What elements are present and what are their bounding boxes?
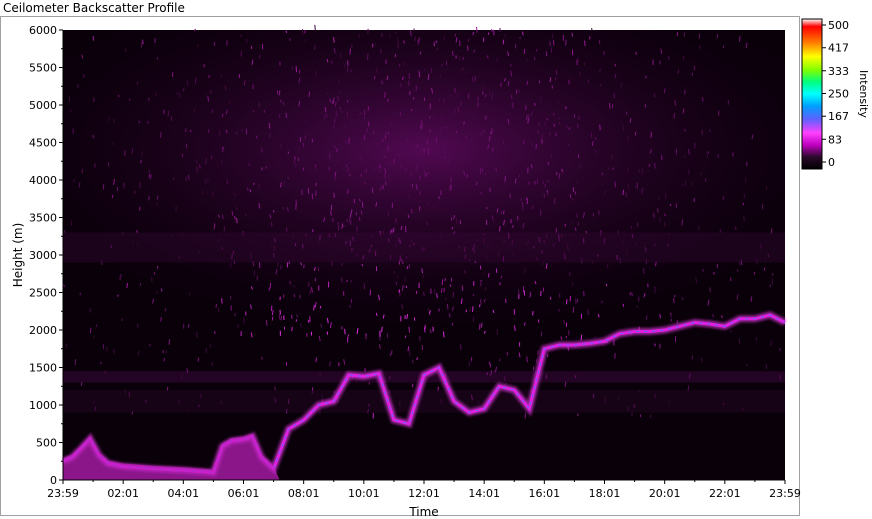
- noise-speck: [594, 336, 597, 339]
- noise-speck: [205, 348, 207, 354]
- colorbar-tick-label: 500: [828, 19, 849, 32]
- x-tick-label: 02:01: [107, 487, 139, 500]
- noise-speck: [580, 334, 583, 341]
- x-tick-label: 12:01: [408, 487, 440, 500]
- noise-speck: [314, 24, 316, 31]
- noise-speck: [165, 350, 168, 354]
- colorbar-ticks: 0 83 167 250 333 417 500: [822, 19, 849, 169]
- noise-speck: [639, 414, 642, 418]
- colorbar-tick-label: 250: [828, 88, 849, 101]
- noise-speck: [443, 331, 445, 338]
- y-axis-label: Height (m): [11, 223, 25, 288]
- upper-atmosphere-glow: [63, 30, 785, 330]
- x-tick-label: 22:01: [709, 487, 741, 500]
- x-tick-label: 06:01: [228, 487, 260, 500]
- y-tick-label: 3000: [29, 249, 57, 262]
- noise-speck: [779, 347, 781, 351]
- x-tick-label: 14:01: [468, 487, 500, 500]
- colorbar-tick-label: 167: [828, 110, 849, 123]
- colorbar: [801, 18, 823, 170]
- x-tick-label: 10:01: [348, 487, 380, 500]
- noise-speck: [168, 339, 171, 345]
- chart-window: Ceilometer Backscatter Profile 0 500 100…: [0, 0, 872, 519]
- noise-speck: [470, 356, 473, 362]
- noise-speck: [730, 329, 733, 333]
- x-tick-label: 04:01: [167, 487, 199, 500]
- noise-speck: [540, 331, 543, 337]
- x-tick-label: 08:01: [288, 487, 320, 500]
- y-tick-label: 4000: [29, 174, 57, 187]
- colorbar-tick-label: 83: [828, 133, 842, 146]
- noise-speck: [211, 361, 214, 366]
- colorbar-tick-label: 333: [828, 65, 849, 78]
- y-tick-label: 3500: [29, 212, 57, 225]
- noise-speck: [347, 334, 350, 337]
- backscatter-chart: 0500100015002000250030003500400045005000…: [11, 18, 870, 519]
- haze-band: [63, 390, 785, 413]
- x-axis-label: Time: [408, 505, 438, 519]
- noise-speck: [379, 336, 381, 341]
- noise-speck: [499, 358, 501, 362]
- y-tick-label: 1000: [29, 399, 57, 412]
- x-tick-label: 20:01: [649, 487, 681, 500]
- y-tick-label: 1500: [29, 362, 57, 375]
- noise-speck: [738, 338, 741, 344]
- y-axis-ticks: 0 500 1000 1500 2000 2500 3000 3500 4000 4500 5000…: [29, 24, 63, 487]
- y-tick-label: 6000: [29, 24, 57, 37]
- x-tick-label: 23:59: [47, 487, 79, 500]
- x-tick-label: 23:59: [769, 487, 801, 500]
- x-axis-ticks: 23:59 02:01 04:01 06:01 08:01 10:01 12:01 14:01…: [47, 480, 801, 500]
- colorbar-tick-label: 417: [828, 42, 849, 55]
- colorbar-tick-label: 0: [828, 156, 835, 169]
- y-tick-label: 5000: [29, 99, 57, 112]
- y-tick-label: 5500: [29, 62, 57, 75]
- x-tick-label: 16:01: [528, 487, 560, 500]
- noise-speck: [407, 346, 410, 352]
- y-tick-label: 0: [50, 474, 57, 487]
- x-tick-label: 18:01: [589, 487, 621, 500]
- colorbar-label: Intensity: [857, 70, 870, 118]
- y-tick-label: 500: [36, 437, 57, 450]
- y-tick-label: 2500: [29, 287, 57, 300]
- y-tick-label: 2000: [29, 324, 57, 337]
- y-tick-label: 4500: [29, 137, 57, 150]
